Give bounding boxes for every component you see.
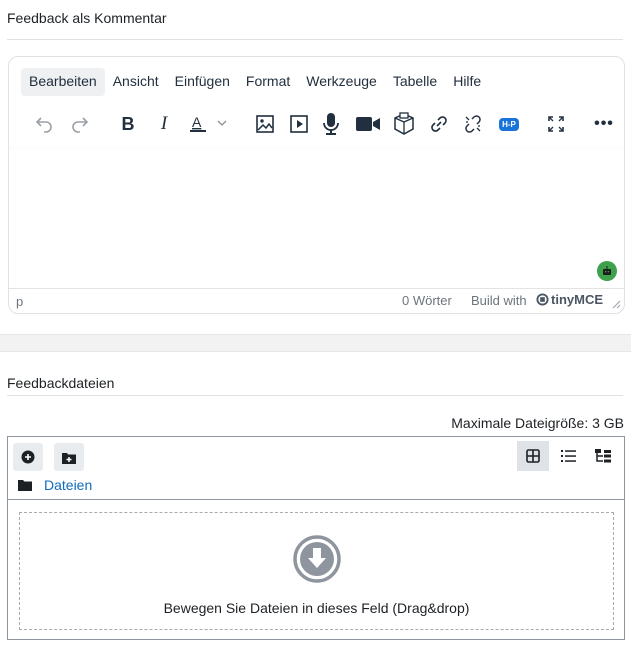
editor-toolbar: B I A H-P •••: [21, 109, 621, 139]
h5p-badge-text: H-P: [499, 117, 519, 131]
folder-breadcrumb-link[interactable]: Dateien: [44, 477, 92, 493]
divider: [7, 39, 623, 40]
svg-text:A: A: [192, 114, 202, 130]
view-icons-button[interactable]: [517, 441, 549, 471]
view-list-button[interactable]: [552, 441, 584, 471]
tree-icon: [595, 449, 611, 463]
link-icon[interactable]: [425, 109, 453, 139]
word-count[interactable]: 0 Wörter: [402, 293, 452, 308]
menu-edit[interactable]: Bearbeiten: [21, 68, 105, 96]
menu-help[interactable]: Hilfe: [445, 68, 489, 96]
breadcrumb: Dateien: [18, 477, 92, 493]
tinymce-logo-icon: [536, 293, 549, 306]
resize-handle-icon[interactable]: [611, 297, 621, 312]
max-file-size: Maximale Dateigröße: 3 GB: [451, 415, 624, 431]
feedback-comment-label: Feedback als Kommentar: [7, 10, 167, 26]
list-icon: [560, 450, 576, 462]
feedback-files-label: Feedbackdateien: [7, 375, 115, 391]
plus-circle-icon: [21, 450, 35, 464]
menu-table[interactable]: Tabelle: [385, 68, 445, 96]
filepicker: Dateien Bewegen Sie Dateien in dieses Fe…: [7, 436, 625, 640]
h5p-content-icon[interactable]: [389, 109, 419, 139]
more-icon[interactable]: •••: [589, 109, 619, 139]
menu-view[interactable]: Ansicht: [105, 68, 167, 96]
grid-icon: [526, 449, 540, 463]
tinymce-brand: tinyMCE: [551, 292, 603, 307]
menu-tools[interactable]: Werkzeuge: [298, 68, 385, 96]
dropzone[interactable]: Bewegen Sie Dateien in dieses Feld (Drag…: [19, 512, 614, 630]
microphone-icon[interactable]: [319, 109, 343, 139]
italic-icon[interactable]: I: [151, 109, 177, 139]
editor-menubar: Bearbeiten Ansicht Einfügen Format Werkz…: [21, 68, 489, 96]
image-icon[interactable]: [251, 109, 279, 139]
toolbar-divider: [9, 145, 624, 146]
folder-icon: [18, 480, 32, 491]
download-arrow-icon: [293, 535, 341, 583]
menu-insert[interactable]: Einfügen: [167, 68, 238, 96]
undo-icon[interactable]: [29, 109, 59, 139]
build-with-text: Build with: [471, 293, 527, 308]
view-tree-button[interactable]: [587, 441, 619, 471]
editor-content-area[interactable]: [9, 147, 624, 287]
menu-format[interactable]: Format: [238, 68, 298, 96]
assistant-robot-icon[interactable]: [597, 261, 617, 281]
filepicker-divider: [8, 499, 624, 500]
h5p-icon[interactable]: H-P: [495, 109, 523, 139]
editor-statusbar: p 0 Wörter Build with tinyMCE: [9, 288, 624, 313]
fullscreen-icon[interactable]: [541, 109, 571, 139]
tinymce-logo[interactable]: tinyMCE: [536, 292, 603, 307]
text-color-icon[interactable]: A: [185, 109, 235, 139]
redo-icon[interactable]: [65, 109, 95, 139]
video-camera-icon[interactable]: [353, 109, 383, 139]
divider: [7, 395, 623, 396]
folder-plus-icon: [62, 452, 76, 464]
rich-text-editor: Bearbeiten Ansicht Einfügen Format Werkz…: [8, 56, 625, 314]
dropzone-text: Bewegen Sie Dateien in dieses Feld (Drag…: [163, 600, 470, 616]
add-file-button[interactable]: [13, 443, 43, 471]
section-separator: [0, 334, 631, 352]
media-icon[interactable]: [285, 109, 313, 139]
element-path[interactable]: p: [16, 294, 23, 309]
unlink-icon[interactable]: [459, 109, 487, 139]
create-folder-button[interactable]: [54, 443, 84, 471]
bold-icon[interactable]: B: [115, 109, 141, 139]
